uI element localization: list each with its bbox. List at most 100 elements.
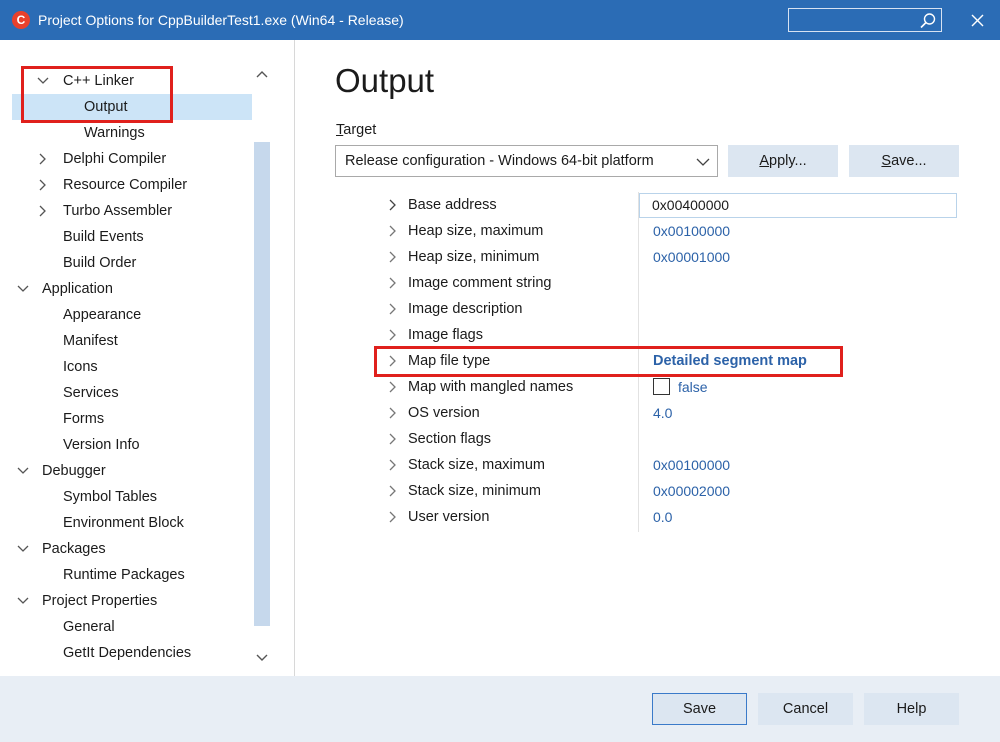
- tree-item-label: Runtime Packages: [63, 567, 185, 583]
- tree-item-label: Appearance: [63, 307, 142, 323]
- tree-scrollbar[interactable]: [252, 62, 272, 674]
- chevron-right-icon[interactable]: [386, 510, 400, 524]
- property-row-heap-size-minimum[interactable]: Heap size, minimum 0x00001000: [378, 244, 960, 270]
- tree-item-label: Version Info: [63, 437, 140, 453]
- tree-item-delphi-compiler[interactable]: Delphi Compiler: [0, 146, 250, 172]
- tree-item-label: Debugger: [42, 463, 106, 479]
- tree-item-label: Application: [42, 281, 113, 297]
- tree-item-label: Symbol Tables: [63, 489, 158, 505]
- chevron-right-icon[interactable]: [386, 302, 400, 316]
- tree-item-version-info[interactable]: Version Info: [0, 432, 250, 458]
- tree-item-symbol-tables[interactable]: Symbol Tables: [0, 484, 250, 510]
- apply-button[interactable]: Apply...: [728, 145, 838, 177]
- property-row-stack-size-maximum[interactable]: Stack size, maximum 0x00100000: [378, 452, 960, 478]
- tree-item-label: Forms: [63, 411, 105, 427]
- tree-item-label: Delphi Compiler: [63, 151, 167, 167]
- property-name: Stack size, maximum: [408, 457, 545, 473]
- chevron-right-icon[interactable]: [386, 250, 400, 264]
- chevron-right-icon[interactable]: [386, 458, 400, 472]
- chevron-right-icon[interactable]: [386, 224, 400, 238]
- tree-item-icons[interactable]: Icons: [0, 354, 250, 380]
- property-value[interactable]: 0x00100000: [653, 452, 730, 478]
- chevron-right-icon[interactable]: [386, 484, 400, 498]
- tree-item-manifest[interactable]: Manifest: [0, 328, 250, 354]
- search-input[interactable]: [788, 8, 942, 32]
- chevron-right-icon[interactable]: [386, 380, 400, 394]
- chevron-down-icon: [696, 158, 710, 166]
- highlight-map-file-type: [374, 346, 843, 377]
- property-row-user-version[interactable]: User version 0.0: [378, 504, 960, 530]
- chevron-right-icon[interactable]: [36, 178, 50, 192]
- property-row-image-flags[interactable]: Image flags: [378, 322, 960, 348]
- scroll-down-icon[interactable]: [255, 650, 269, 664]
- tree-item-project-properties[interactable]: Project Properties: [0, 588, 250, 614]
- property-row-section-flags[interactable]: Section flags: [378, 426, 960, 452]
- chevron-down-icon[interactable]: [16, 464, 30, 478]
- property-row-image-comment-string[interactable]: Image comment string: [378, 270, 960, 296]
- tree-item-build-events[interactable]: Build Events: [0, 224, 250, 250]
- tree-scrollbar-thumb[interactable]: [254, 142, 270, 626]
- chevron-right-icon[interactable]: [386, 276, 400, 290]
- property-value[interactable]: 0.0: [653, 504, 672, 530]
- property-value: false: [678, 379, 708, 395]
- search-icon: [920, 13, 936, 29]
- tree-item-turbo-assembler[interactable]: Turbo Assembler: [0, 198, 250, 224]
- page-title: Output: [335, 62, 435, 99]
- tree-item-label: General: [63, 619, 115, 635]
- tree-item-environment-block[interactable]: Environment Block: [0, 510, 250, 536]
- chevron-right-icon[interactable]: [386, 432, 400, 446]
- tree-item-general[interactable]: General: [0, 614, 250, 640]
- property-value[interactable]: 0x00100000: [653, 218, 730, 244]
- tree-item-build-order[interactable]: Build Order: [0, 250, 250, 276]
- mangled-names-checkbox[interactable]: [653, 378, 670, 395]
- chevron-down-icon[interactable]: [16, 542, 30, 556]
- chevron-right-icon[interactable]: [386, 406, 400, 420]
- tree-item-label: Warnings: [84, 125, 145, 141]
- property-value[interactable]: 4.0: [653, 400, 672, 426]
- tree-item-warnings[interactable]: Warnings: [0, 120, 250, 146]
- tree-item-application[interactable]: Application: [0, 276, 250, 302]
- base-address-input[interactable]: 0x00400000: [639, 193, 957, 218]
- tree-item-services[interactable]: Services: [0, 380, 250, 406]
- property-name: Image flags: [408, 327, 483, 343]
- property-row-stack-size-minimum[interactable]: Stack size, minimum 0x00002000: [378, 478, 960, 504]
- chevron-right-icon[interactable]: [36, 152, 50, 166]
- dialog-footer: Save Cancel Help: [0, 676, 1000, 742]
- property-value[interactable]: 0x00002000: [653, 478, 730, 504]
- save-as-button[interactable]: Save...: [849, 145, 959, 177]
- tree-item-runtime-packages[interactable]: Runtime Packages: [0, 562, 250, 588]
- title-bar: C Project Options for CppBuilderTest1.ex…: [0, 0, 1000, 40]
- chevron-down-icon[interactable]: [16, 594, 30, 608]
- close-button[interactable]: [962, 8, 992, 32]
- chevron-right-icon[interactable]: [386, 198, 400, 212]
- property-name: Stack size, minimum: [408, 483, 541, 499]
- chevron-down-icon[interactable]: [16, 282, 30, 296]
- property-value[interactable]: 0x00001000: [653, 244, 730, 270]
- property-row-heap-size-maximum[interactable]: Heap size, maximum 0x00100000: [378, 218, 960, 244]
- scroll-up-icon[interactable]: [255, 68, 269, 82]
- tree-item-label: Build Order: [63, 255, 137, 271]
- property-row-image-description[interactable]: Image description: [378, 296, 960, 322]
- help-button[interactable]: Help: [864, 693, 959, 725]
- chevron-right-icon[interactable]: [36, 204, 50, 218]
- target-dropdown[interactable]: Release configuration - Windows 64-bit p…: [335, 145, 718, 177]
- tree-item-forms[interactable]: Forms: [0, 406, 250, 432]
- save-button[interactable]: Save: [652, 693, 747, 725]
- tree-item-label: GetIt Dependencies: [63, 645, 192, 661]
- property-name: Heap size, minimum: [408, 249, 540, 265]
- tree-item-getit-dependencies[interactable]: GetIt Dependencies: [0, 640, 250, 666]
- target-label: Target: [336, 122, 377, 138]
- property-row-os-version[interactable]: OS version 4.0: [378, 400, 960, 426]
- tree-item-label: Turbo Assembler: [63, 203, 173, 219]
- cancel-button[interactable]: Cancel: [758, 693, 853, 725]
- chevron-right-icon[interactable]: [386, 328, 400, 342]
- tree-item-appearance[interactable]: Appearance: [0, 302, 250, 328]
- tree-item-label: Environment Block: [63, 515, 184, 531]
- tree-item-label: Icons: [63, 359, 98, 375]
- tree-item-resource-compiler[interactable]: Resource Compiler: [0, 172, 250, 198]
- tree-item-debugger[interactable]: Debugger: [0, 458, 250, 484]
- tree-item-label: Resource Compiler: [63, 177, 188, 193]
- tree-item-packages[interactable]: Packages: [0, 536, 250, 562]
- property-name: Section flags: [408, 431, 492, 447]
- tree-item-label: Packages: [42, 541, 106, 557]
